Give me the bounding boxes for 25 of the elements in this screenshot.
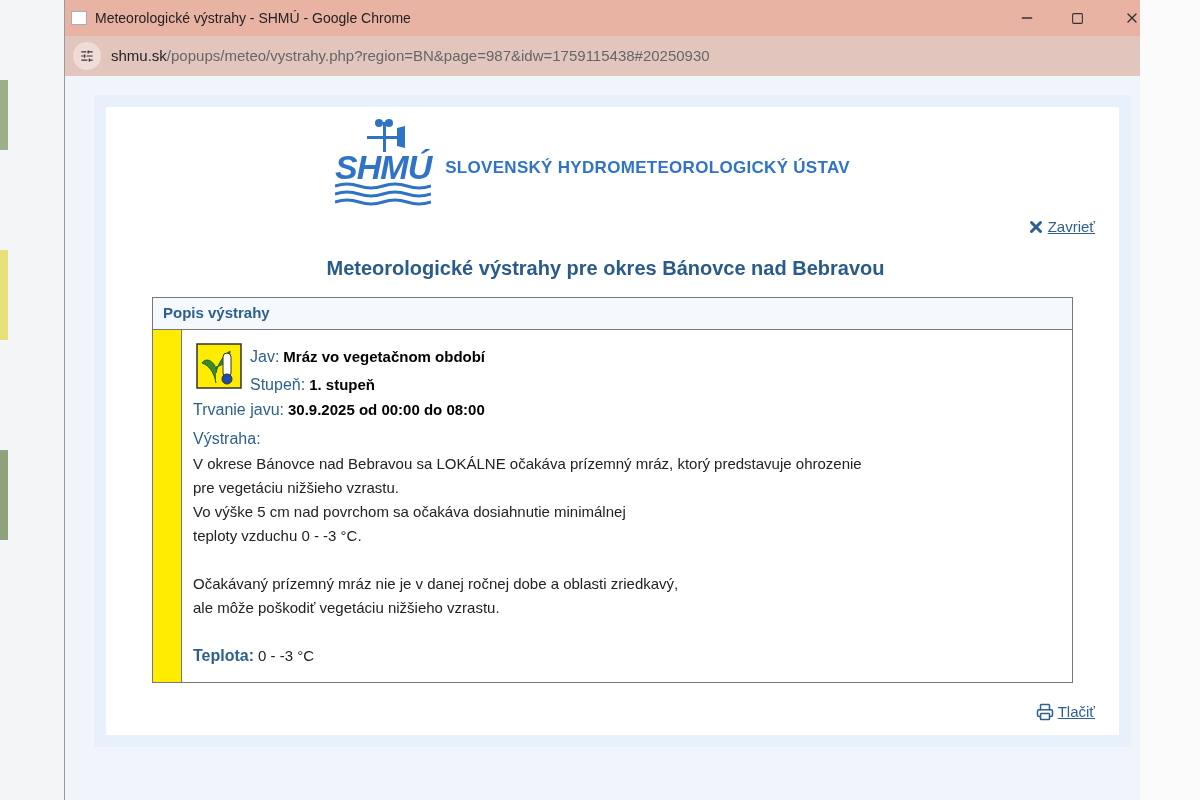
plant-thermometer-icon	[196, 342, 242, 389]
field-value: Mráz vo vegetačnom období	[283, 346, 486, 367]
warning-text-label: Výstraha:	[193, 428, 262, 449]
field-label: Jav:	[250, 346, 280, 367]
printer-icon	[1035, 702, 1054, 721]
window-title: Meteorologické výstrahy - SHMÚ - Google Chrome	[95, 8, 412, 28]
site-favicon	[71, 11, 87, 25]
print-link[interactable]: Tlačiť	[1035, 700, 1095, 723]
maximize-icon[interactable]	[1071, 11, 1084, 25]
warning-paragraph: V okrese Bánovce nad Bebravou sa LOKÁLNE očakáva prízemný mráz, ktorý predstavuje ohrozenie pre vegetáciu nižšieho vzrastu. Vo výške 5 cm nad povrchom sa očakáva dosiahnutie minimálnej teploty vzduchu 0 - -3 °C.	[193, 453, 862, 546]
field-label: Teplota:	[193, 645, 255, 666]
org-name: SLOVENSKÝ HYDROMETEOROLOGICKÝ ÚSTAV	[445, 156, 850, 179]
field-label: Stupeň:	[250, 374, 306, 395]
page-heading: Meteorologické výstrahy pre okres Bánovce nad Bebravou	[325, 255, 886, 281]
address-bar[interactable]: shmu.sk/popups/meteo/vystrahy.php?region=BN&page=987&idw=1759115438#20250930	[65, 36, 1140, 76]
url-text: shmu.sk/popups/meteo/vystrahy.php?region=BN&page=987&idw=1759115438#20250930	[111, 45, 710, 66]
field-value: 1. stupeň	[309, 374, 375, 395]
warning-paragraph: Očakávaný prízemný mráz nie je v danej ročnej dobe a oblasti zriedkavý, ale môže poškodiť vegetáciu nižšieho vzrastu.	[193, 573, 680, 618]
waves-icon	[335, 182, 432, 206]
panel-title: Popis výstrahy	[163, 302, 270, 323]
field-value: 30.9.2025 od 00:00 do 08:00	[288, 399, 485, 420]
field-label: Trvanie javu:	[193, 399, 284, 420]
field-value: 0 - -3 °C	[258, 645, 315, 666]
site-settings-icon[interactable]	[80, 49, 94, 63]
close-link[interactable]: Zavrieť	[1026, 216, 1095, 239]
